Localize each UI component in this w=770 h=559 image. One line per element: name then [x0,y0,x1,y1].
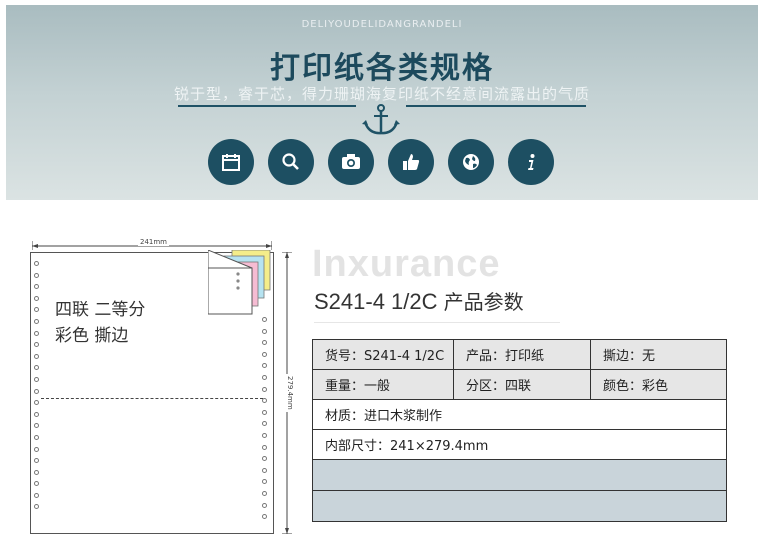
table-row: 重量：一般 分区：四联 颜色：彩色 [312,369,727,400]
spec-cell-empty [312,459,727,491]
color-ply-corner [208,250,271,315]
spec-cell-tear-edge: 撕边：无 [590,339,727,370]
product-title: S241-4 1/2C 产品参数 [314,286,524,315]
product-model: S241-4 1/2C [314,289,438,314]
spec-cell-weight: 重量：一般 [312,369,454,400]
globe-icon[interactable] [448,139,494,185]
width-label: 241mm [138,238,169,246]
icon-row [208,139,558,185]
divider-left [178,105,356,107]
spec-cell-item-no: 货号：S241-4 1/2C [312,339,454,370]
thumbs-up-icon[interactable] [388,139,434,185]
spec-cell-color: 颜色：彩色 [590,369,727,400]
table-row [312,490,727,522]
watermark-text: Inxurance [312,243,501,285]
paper-text-line2: 彩色 撕边 [55,326,129,346]
table-row: 内部尺寸：241×279.4mm [312,429,727,460]
table-row [312,459,727,491]
camera-icon[interactable] [328,139,374,185]
spec-cell-inner-size: 内部尺寸：241×279.4mm [312,429,727,460]
paper-diagram: 241mm 279.4mm 四联 二等分 彩色 撕边 [20,236,302,546]
banner-subtitle: 锐于型，睿于芯，得力珊瑚海复印纸不经意间流露出的气质 [173,85,590,103]
banner: DELIYOUDELIDANGRANDELI 打印纸各类规格 锐于型，睿于芯，得… [6,5,758,200]
search-icon[interactable] [268,139,314,185]
height-label: 279.4mm [286,374,294,412]
table-row: 货号：S241-4 1/2C 产品：打印纸 撕边：无 [312,339,727,370]
divider-right [406,105,586,107]
perforation-line [41,398,263,399]
spec-cell-empty [312,490,727,522]
spec-cell-product: 产品：打印纸 [453,339,591,370]
table-row: 材质：进口木浆制作 [312,399,727,430]
feed-holes-right [262,317,270,526]
paper-description: 四联 二等分 彩色 撕边 [55,297,145,349]
paper-text-line1: 四联 二等分 [55,300,146,320]
calendar-icon[interactable] [208,139,254,185]
spec-table: 货号：S241-4 1/2C 产品：打印纸 撕边：无 重量：一般 分区：四联 颜… [312,339,727,522]
info-icon[interactable] [508,139,554,185]
spec-cell-material: 材质：进口木浆制作 [312,399,727,430]
title-underline [314,322,560,323]
banner-en-heading: DELIYOUDELIDANGRANDELI [301,19,463,30]
banner-title: 打印纸各类规格 [270,51,494,86]
anchor-icon [361,103,401,137]
feed-holes-left [34,261,42,516]
product-title-suffix: 产品参数 [443,290,524,314]
spec-cell-division: 分区：四联 [453,369,591,400]
